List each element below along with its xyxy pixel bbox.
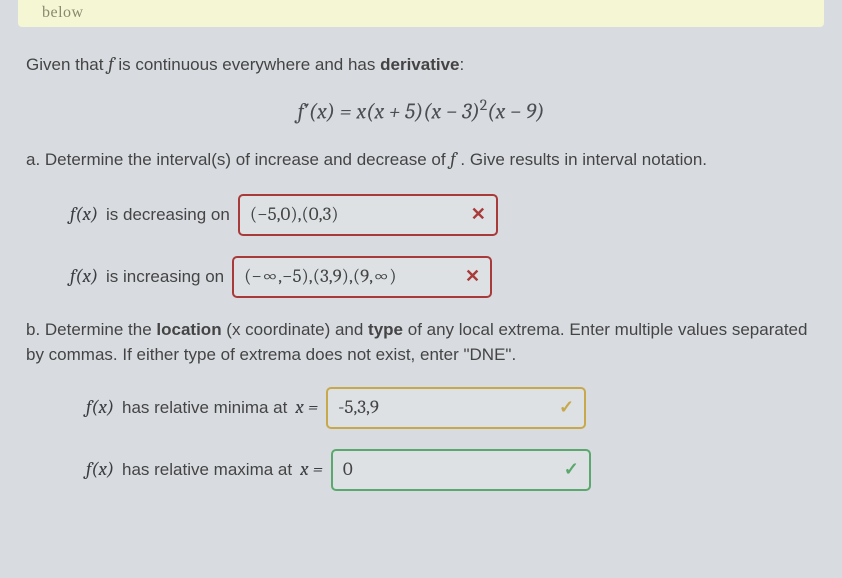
increasing-row: f(x) is increasing on (−∞,−5),(3,9),(9,∞… [70, 256, 816, 298]
eq-lhs: f′(x) [298, 99, 335, 125]
max-fx: f(x) [86, 456, 114, 484]
pa-text-a: a. Determine the interval(s) of increase… [26, 150, 450, 169]
min-value: -5,3,9 [338, 394, 379, 422]
minima-answer-input[interactable]: -5,3,9 ✓ [326, 387, 586, 429]
pb-bold1: location [156, 320, 221, 339]
intro-suffix: : [460, 55, 465, 74]
intro-bold: derivative [380, 55, 459, 74]
intro-prefix: Given that [26, 55, 108, 74]
max-var: x = [300, 456, 323, 484]
max-value: 0 [343, 456, 353, 484]
intro-middle: is continuous everywhere and has [114, 55, 381, 74]
decreasing-row: f(x) is decreasing on (−5,0),(0,3) ✕ [70, 194, 816, 236]
min-label: has relative minima at [122, 396, 287, 421]
dec-fx: f(x) [70, 201, 98, 229]
maxima-answer-input[interactable]: 0 ✓ [331, 449, 591, 491]
increasing-answer-input[interactable]: (−∞,−5),(3,9),(9,∞) ✕ [232, 256, 492, 298]
pa-text-b: . Give results in interval notation. [456, 150, 707, 169]
problem-content: Given that f is continuous everywhere an… [0, 27, 842, 492]
dec-label: is decreasing on [106, 203, 230, 228]
decreasing-answer-input[interactable]: (−5,0),(0,3) ✕ [238, 194, 498, 236]
check-icon: ✓ [559, 395, 574, 421]
minima-row: f(x) has relative minima at x = -5,3,9 ✓ [86, 387, 816, 429]
derivative-equation: f′(x) = x(x + 5)(x − 3)2(x − 9) [26, 94, 816, 128]
wrong-icon: ✕ [471, 202, 486, 228]
min-fx: f(x) [86, 394, 114, 422]
eq-eq: = [335, 99, 356, 125]
part-a-prompt: a. Determine the interval(s) of increase… [26, 146, 816, 174]
eq-rhs-b: (x − 9) [487, 99, 544, 125]
pb-a: b. Determine the [26, 320, 156, 339]
check-icon: ✓ [564, 457, 579, 483]
inc-value: (−∞,−5),(3,9),(9,∞) [244, 263, 396, 291]
dec-value: (−5,0),(0,3) [250, 201, 339, 229]
pb-bold2: type [368, 320, 403, 339]
min-var: x = [295, 394, 318, 422]
banner-text: below [42, 4, 84, 21]
info-banner: below [18, 0, 824, 27]
pb-b: (x coordinate) and [222, 320, 368, 339]
eq-rhs-a: x(x + 5)(x − 3) [356, 99, 479, 125]
wrong-icon: ✕ [465, 264, 480, 290]
max-label: has relative maxima at [122, 458, 292, 483]
inc-fx: f(x) [70, 263, 98, 291]
part-b-prompt: b. Determine the location (x coordinate)… [26, 318, 816, 367]
intro-line: Given that f is continuous everywhere an… [26, 51, 816, 79]
maxima-row: f(x) has relative maxima at x = 0 ✓ [86, 449, 816, 491]
inc-label: is increasing on [106, 265, 224, 290]
